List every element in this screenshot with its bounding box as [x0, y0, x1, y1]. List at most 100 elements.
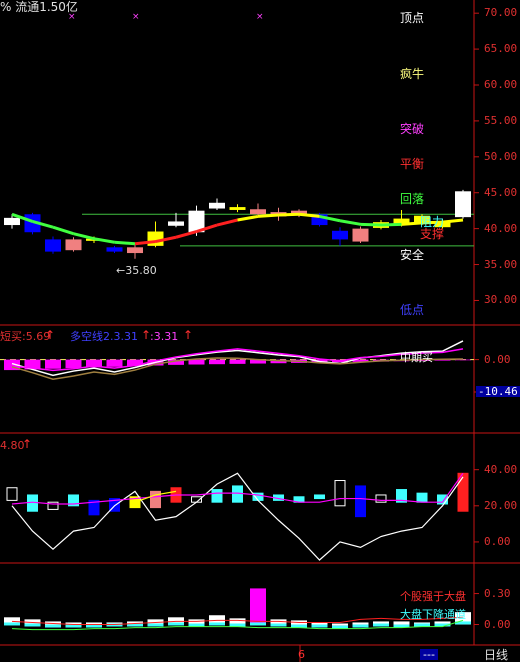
price-level-label: 安全	[400, 248, 425, 262]
short-buy-label: 短买:5.69	[0, 330, 51, 343]
channel-bar	[209, 622, 225, 626]
price-tick-label: 60.00	[484, 78, 518, 91]
channel-bar	[229, 623, 246, 627]
price-tick-label: 55.00	[484, 113, 518, 127]
low-price-marker: ←35.80	[116, 264, 157, 277]
moving-average-segment	[380, 222, 402, 227]
indicator-bar	[211, 489, 223, 503]
price-tick-label: 65.00	[484, 42, 518, 56]
histogram-bar	[65, 359, 82, 369]
moving-average-segment	[52, 225, 74, 236]
price-tick-label: 40.00	[484, 221, 518, 235]
histogram-bar	[188, 359, 205, 365]
price-tick-label: 70.00	[484, 6, 518, 20]
moving-average-segment	[93, 237, 115, 244]
price-tick-label: 45.00	[484, 185, 518, 199]
candle-body	[168, 221, 184, 226]
arrow-up-1: ↑	[45, 328, 56, 342]
candle-body	[45, 239, 61, 252]
price-level-label: 低点	[400, 303, 425, 317]
price-tick-label: 35.00	[484, 257, 518, 271]
bull-bear-line-label: 多空线2.3.31	[70, 330, 138, 343]
candle-body	[352, 228, 369, 242]
price-level-label: 疯牛	[400, 67, 425, 81]
date-label: 6	[298, 648, 305, 661]
channel-bar	[188, 623, 205, 627]
candle-body	[127, 247, 143, 254]
indicator-bar	[334, 480, 346, 507]
float-shares-label: % 流通1.50亿	[0, 0, 78, 14]
marker-x-2: ×	[132, 12, 140, 22]
volume-bar	[352, 622, 369, 625]
candle-body	[106, 247, 123, 252]
indicator-panel-3	[6, 472, 469, 561]
panel4-tick-label: 0.30	[484, 586, 511, 600]
channel-bar	[147, 623, 164, 627]
histogram-bar	[106, 359, 123, 367]
channel-bar	[270, 623, 287, 627]
indicator-bar	[6, 487, 18, 501]
moving-average-segment	[257, 213, 279, 218]
mid-term-buy-signal: 中期买	[400, 351, 433, 364]
price-level-label: 平衡	[400, 157, 425, 171]
channel-bar	[24, 623, 41, 627]
channel-bar	[291, 624, 307, 628]
price-tick-label: 30.00	[484, 293, 518, 307]
volume-bar	[393, 621, 410, 625]
histogram-bar	[209, 359, 225, 365]
indicator-bar	[375, 494, 387, 503]
price-level-label: 突破	[400, 122, 425, 136]
marker-x-3: ×	[256, 12, 264, 22]
moving-average-segment	[360, 222, 382, 227]
volume-bar	[332, 623, 348, 626]
channel-bar	[311, 624, 328, 628]
panel3-tick-label: 40.00	[484, 462, 518, 476]
channel-bar	[352, 624, 369, 628]
moving-average-segment	[114, 240, 136, 246]
market-down-channel-label: 大盘下降通道	[400, 608, 466, 621]
moving-average-segment	[401, 221, 423, 226]
indicator-bar	[314, 494, 325, 500]
panel4-tick-label: 0.00	[484, 617, 511, 631]
candle-body	[4, 217, 20, 226]
histogram-bar	[45, 359, 61, 369]
channel-bar	[45, 624, 61, 628]
panel3-tick-label: 20.00	[484, 498, 518, 512]
candle-body	[332, 230, 348, 240]
channel-bar	[250, 622, 266, 626]
panel2-value-box: -10.46	[476, 385, 520, 398]
channel-bar	[373, 623, 389, 627]
price-level-label: 支撑	[420, 227, 445, 241]
price-level-label: 回落	[400, 192, 425, 206]
moving-average-segment	[73, 232, 95, 241]
stronger-than-market-label: 个股强于大盘	[400, 590, 466, 603]
candle-body	[65, 239, 82, 251]
line3-label: :3.31	[150, 330, 179, 343]
panel2-tick-label: 0.00	[484, 352, 511, 366]
candle-body	[147, 231, 164, 246]
moving-average-segment	[175, 230, 197, 239]
period-daily-tab[interactable]: 日线	[484, 649, 508, 661]
marker-x-1: ×	[68, 12, 76, 22]
volume-bar	[250, 588, 266, 625]
scroll-indicator[interactable]: ---	[420, 649, 438, 660]
moving-average-segment	[134, 240, 156, 246]
moving-average-segment	[237, 214, 259, 222]
histogram-bar	[229, 359, 246, 364]
arrow-up-4: ↑	[22, 437, 33, 451]
indicator-bar	[416, 492, 428, 503]
indicator-bar	[355, 485, 366, 518]
panel3-tick-label: 0.00	[484, 534, 511, 548]
moving-average-segment	[216, 218, 238, 227]
channel-bar	[4, 622, 20, 626]
moving-average-segment	[339, 219, 361, 226]
moving-average-segment	[442, 218, 464, 224]
arrow-up-3: ↑	[183, 328, 194, 342]
channel-bar	[332, 625, 348, 629]
candle-body	[455, 191, 471, 218]
panel3-value-label: 4.80	[0, 439, 25, 452]
candle-body	[229, 207, 246, 210]
moving-average-segment	[278, 212, 300, 217]
price-level-label: 顶点	[400, 11, 425, 25]
price-tick-label: 50.00	[484, 149, 518, 163]
